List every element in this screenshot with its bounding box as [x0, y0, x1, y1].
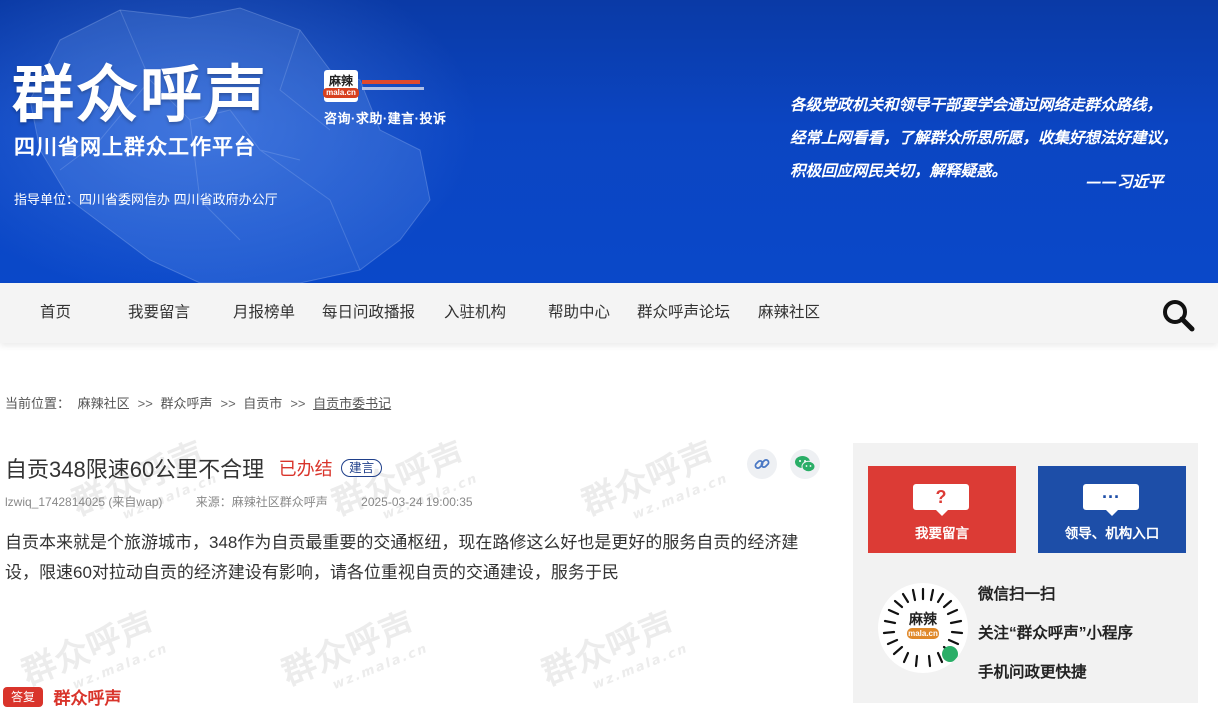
- nav-institutions[interactable]: 入驻机构: [444, 283, 506, 343]
- nav-home[interactable]: 首页: [40, 283, 71, 343]
- leader-entry-label: 领导、机构入口: [1064, 526, 1160, 541]
- watermark: 群众呼声 wz.mala.cn: [536, 604, 691, 694]
- mala-logo-domain: mala.cn: [323, 87, 359, 98]
- quote-line: 经常上网看看，了解群众所思所愿，收集好想法好建议，: [790, 128, 1178, 147]
- question-icon: ?: [913, 484, 969, 516]
- nav-forum[interactable]: 群众呼声论坛: [637, 283, 730, 343]
- mini-program-icon: [942, 646, 958, 662]
- leave-message-label: 我要留言: [915, 526, 969, 541]
- reply-header: 答复 群众呼声: [3, 684, 121, 709]
- mala-logo-caption: [362, 80, 424, 90]
- leader-entry-button[interactable]: ··· 领导、机构入口: [1038, 466, 1186, 553]
- sidebar: ? 我要留言 ··· 领导、机构入口 麻辣 mala.cn 微信扫一扫 关注“群…: [853, 443, 1198, 703]
- reply-name: 群众呼声: [53, 689, 122, 708]
- search-icon[interactable]: [1160, 297, 1196, 333]
- wechat-share-button[interactable]: [790, 449, 820, 479]
- watermark: 群众呼声 wz.mala.cn: [576, 434, 731, 524]
- header-banner: 群众呼声 四川省网上群众工作平台 麻辣 mala.cn 咨询·求助·建言·投诉 …: [0, 0, 1218, 283]
- wechat-icon: [795, 456, 816, 473]
- nav-help[interactable]: 帮助中心: [548, 283, 610, 343]
- chat-bubble-icon: ···: [1083, 484, 1139, 516]
- link-icon: [754, 459, 770, 469]
- category-tag: 建言: [341, 459, 383, 477]
- mala-logo[interactable]: 麻辣 mala.cn: [323, 70, 359, 102]
- article-author[interactable]: lzwiq_1742814025 (来自wap): [5, 495, 162, 509]
- qr-caption-line: 关注“群众呼声”小程序: [978, 625, 1134, 642]
- breadcrumb-item-current[interactable]: 自贡市委书记: [313, 396, 391, 411]
- breadcrumb-label: 当前位置：: [5, 396, 71, 411]
- article-title-row: 自贡348限速60公里不合理 已办结 建言: [5, 452, 383, 484]
- article-title: 自贡348限速60公里不合理: [5, 457, 265, 482]
- guide-units: 指导单位：四川省委网信办 四川省政府办公厅: [14, 192, 278, 207]
- breadcrumb-item[interactable]: 自贡市: [243, 396, 282, 411]
- nav-monthly-ranking[interactable]: 月报榜单: [233, 283, 295, 343]
- article-source: 来源：麻辣社区群众呼声: [195, 495, 328, 509]
- site-title: 群众呼声: [12, 58, 269, 131]
- nav-leave-message[interactable]: 我要留言: [128, 283, 190, 343]
- article-body: 自贡本来就是个旅游城市，348作为自贡最重要的交通枢纽，现在路修这么好也是更好的…: [5, 533, 799, 582]
- site-subtitle: 四川省网上群众工作平台: [14, 135, 256, 159]
- quote-line: 各级党政机关和领导干部要学会通过网络走群众路线，: [790, 95, 1163, 114]
- breadcrumb: 当前位置： 麻辣社区 >> 群众呼声 >> 自贡市 >> 自贡市委书记: [5, 396, 392, 411]
- reply-badge: 答复: [3, 686, 44, 707]
- qr-caption-line: 微信扫一扫: [978, 586, 1056, 603]
- copy-link-button[interactable]: [747, 449, 777, 479]
- breadcrumb-item[interactable]: 群众呼声: [160, 396, 212, 411]
- watermark: 群众呼声 wz.mala.cn: [276, 604, 431, 694]
- status-badge: 已办结: [278, 459, 333, 479]
- main-nav: 首页 我要留言 月报榜单 每日问政播报 入驻机构 帮助中心 群众呼声论坛 麻辣社…: [0, 283, 1218, 343]
- qr-caption-line: 手机问政更快捷: [978, 664, 1087, 681]
- article-time: 2025-03-24 19:00:35: [361, 495, 473, 509]
- mini-program-qr-code: 麻辣 mala.cn: [878, 583, 968, 673]
- mala-logo-text: 麻辣: [328, 73, 353, 88]
- qr-logo: 麻辣 mala.cn: [907, 611, 939, 639]
- article-meta: lzwiq_1742814025 (来自wap) 来源：麻辣社区群众呼声 202…: [5, 493, 503, 510]
- leave-message-button[interactable]: ? 我要留言: [868, 466, 1016, 553]
- nav-daily-broadcast[interactable]: 每日问政播报: [322, 283, 415, 343]
- site-slogan: 咨询·求助·建言·投诉: [324, 111, 447, 126]
- breadcrumb-item[interactable]: 麻辣社区: [78, 396, 130, 411]
- nav-mala-community[interactable]: 麻辣社区: [758, 283, 820, 343]
- quote-author: ——习近平: [1086, 172, 1164, 191]
